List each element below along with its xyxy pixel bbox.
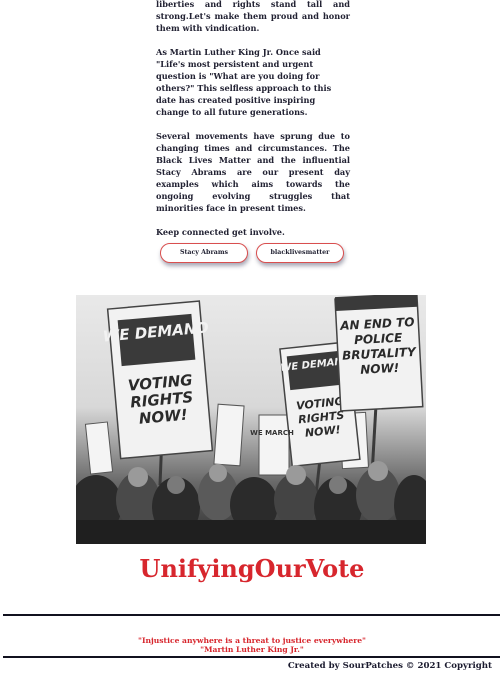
article-paragraph-1: liberties and rights stand tall and stro… [156, 0, 350, 33]
article-paragraph-3: Several movements have sprung due to cha… [156, 131, 350, 213]
article-paragraph-2: As Martin Luther King Jr. Once said "Lif… [156, 47, 332, 117]
article-paragraph-4: Keep connected get involve. [156, 227, 285, 237]
quote-text: "Injustice anywhere is a threat to justi… [137, 636, 366, 645]
footer-divider-bottom [3, 656, 500, 658]
sign-police-brutality-text: AN END TO POLICE BRUTALITY NOW! [339, 314, 417, 377]
site-brand-title: UnifyingOurVote [139, 554, 365, 583]
quote-attribution: "Martin Luther King Jr." [200, 645, 304, 654]
sign-we-march-text: WE MARCH [250, 429, 294, 437]
protest-photo: WE DEMAND VOTING RIGHTS NOW! WE DEMAND V… [76, 295, 426, 544]
footer-quote: "Injustice anywhere is a threat to justi… [0, 636, 504, 654]
tag-blacklivesmatter[interactable]: blacklivesmatter [256, 243, 344, 263]
article-text: liberties and rights stand tall and stro… [156, 0, 350, 263]
tag-list: Stacy Abrams blacklivesmatter [160, 243, 350, 263]
copyright-text: Created by SourPatches © 2021 Copyright [287, 661, 492, 671]
sign-voting-rights-text: VOTING RIGHTS NOW! [127, 371, 194, 428]
tag-stacy-abrams[interactable]: Stacy Abrams [160, 243, 248, 263]
protest-photo-illustration: WE DEMAND VOTING RIGHTS NOW! WE DEMAND V… [76, 295, 426, 544]
footer-divider-top [3, 614, 500, 616]
